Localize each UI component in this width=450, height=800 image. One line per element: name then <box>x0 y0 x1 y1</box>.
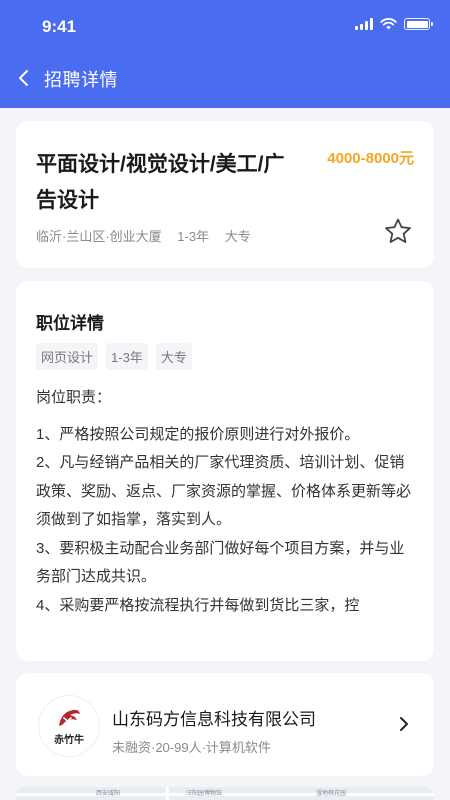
chevron-right-icon[interactable] <box>398 714 410 734</box>
job-description: 岗位职责： 1、严格按照公司规定的报价原则进行对外报价。 2、凡与经销产品相关的… <box>36 384 416 620</box>
company-meta: 未融资·20-99人·计算机软件 <box>112 740 271 755</box>
salary: 4000-8000元 <box>327 150 414 167</box>
responsibility-item: 3、要积极主动配合业务部门做好每个项目方案，并与业务部门达成共识。 <box>36 539 405 586</box>
tag: 1-3年 <box>106 343 148 370</box>
status-time: 9:41 <box>42 17 77 36</box>
status-bar: 9:41 <box>0 0 450 54</box>
favorite-star-icon[interactable] <box>382 216 414 248</box>
tag: 大专 <box>155 343 192 370</box>
map-label: 汪阳园博物馆 <box>186 791 223 797</box>
responsibilities-title: 岗位职责： <box>36 389 112 406</box>
job-location: 临沂·兰山区·创业大厦 <box>36 229 162 244</box>
job-summary-card: 平面设计/视觉设计/美工/广告设计 4000-8000元 临沂·兰山区·创业大厦… <box>16 121 434 268</box>
section-title: 职位详情 <box>36 314 104 333</box>
company-logo-mark-icon <box>59 709 80 726</box>
company-logo: 赤竹牛 <box>38 695 100 757</box>
company-logo-text: 赤竹牛 <box>54 735 84 746</box>
responsibility-item: 1、严格按照公司规定的报价原则进行对外报价。 <box>36 425 360 443</box>
responsibility-item: 2、凡与经销产品相关的厂家代理资质、培训计划、促销政策、奖励、返点、厂家资源的掌… <box>36 454 412 528</box>
status-icons <box>355 18 433 30</box>
map-label: 湿地桃花园 <box>316 791 347 797</box>
app-header: 9:41 招聘详情 <box>0 0 450 108</box>
map-label: 西安咸阳 <box>96 791 121 797</box>
battery-icon <box>404 18 433 30</box>
signal-icon <box>355 18 373 30</box>
job-education: 大专 <box>224 229 251 244</box>
company-name: 山东码方信息科技有限公司 <box>112 710 316 729</box>
wifi-icon <box>380 18 397 30</box>
job-meta: 临沂·兰山区·创业大厦 1-3年 大专 <box>36 226 251 245</box>
page-title: 招聘详情 <box>44 70 118 90</box>
job-experience: 1-3年 <box>177 229 210 244</box>
location-map[interactable]: 西安咸阳 汪阳园博物馆 湿地桃花园 <box>16 787 434 800</box>
company-card[interactable]: 赤竹牛 山东码方信息科技有限公司 未融资·20-99人·计算机软件 <box>16 673 434 776</box>
responsibility-item: 4、采购要严格按流程执行并每做到货比三家，控 <box>36 596 360 614</box>
job-tags: 网页设计 1-3年 大专 <box>36 343 192 370</box>
job-title: 平面设计/视觉设计/美工/广告设计 <box>36 153 285 212</box>
tag: 网页设计 <box>36 343 99 370</box>
job-details-card: 职位详情 网页设计 1-3年 大专 岗位职责： 1、严格按照公司规定的报价原则进… <box>16 281 434 661</box>
back-arrow-icon[interactable] <box>12 64 36 92</box>
